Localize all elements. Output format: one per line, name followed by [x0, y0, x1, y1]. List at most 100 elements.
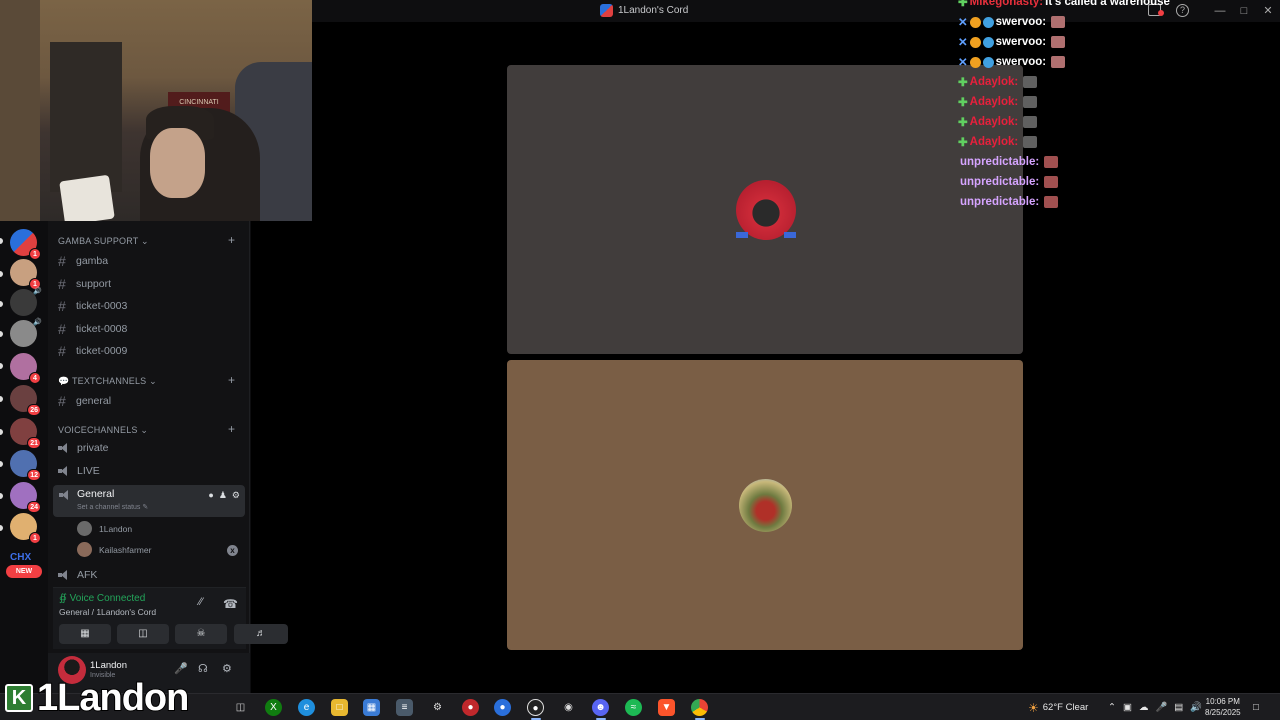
close-button[interactable]: ✕	[1256, 0, 1280, 22]
unread-pip	[0, 238, 3, 244]
channel-ticket-0008[interactable]: # ticket-0008	[58, 321, 127, 337]
channel-ticket-0003[interactable]: # ticket-0003	[58, 298, 127, 314]
channel-general-text[interactable]: # general	[58, 393, 111, 409]
store-icon[interactable]: ▦	[363, 699, 380, 716]
headphones-icon[interactable]: ☊	[198, 662, 208, 675]
streamer-logo: K	[5, 684, 33, 712]
emote-icon	[1023, 76, 1038, 88]
server-icon-3[interactable]: 🔊	[10, 288, 42, 316]
voice-channel-general[interactable]: General Set a channel status ✎ ● ♟ ⚙	[53, 485, 245, 517]
channel-ticket-0009[interactable]: # ticket-0009	[58, 343, 127, 359]
server-icon-8[interactable]: 12	[10, 450, 41, 481]
spotify-icon[interactable]: ≈	[625, 699, 642, 716]
system-clock[interactable]: 10:06 PM 8/25/2025	[1205, 696, 1241, 718]
user-settings-icon[interactable]: ⚙	[222, 662, 232, 675]
app-icon-blue[interactable]: ●	[494, 699, 511, 716]
chat-bubble-icon[interactable]: ●	[208, 490, 213, 501]
hash-icon: #	[58, 343, 66, 359]
server-icon-4[interactable]: 🔊	[10, 319, 42, 347]
new-badge: NEW	[6, 565, 42, 578]
activities-button[interactable]: ☠	[175, 624, 227, 644]
camera-toggle-button[interactable]: ▦	[59, 624, 111, 644]
speaker-icon	[58, 570, 69, 580]
emote-icon	[1023, 136, 1038, 148]
brave-icon[interactable]: ▼	[658, 699, 675, 716]
voice-channel-afk[interactable]: AFK	[58, 569, 97, 581]
server-icon-7[interactable]: 21	[10, 418, 41, 449]
category-voice-channels[interactable]: VOICECHANNELS ⌄	[58, 425, 148, 436]
server-icon	[600, 4, 613, 17]
volume-icon[interactable]: 🔊	[1190, 702, 1202, 713]
discord-icon[interactable]: ☻	[592, 699, 609, 716]
network-icon[interactable]: ▤	[1174, 702, 1183, 713]
set-channel-status[interactable]: Set a channel status ✎	[77, 503, 148, 511]
microphone-icon[interactable]: 🎤	[174, 662, 188, 675]
task-view-icon[interactable]: ◫	[232, 699, 249, 716]
server-chx[interactable]: CHX	[10, 552, 31, 563]
window-title-text: 1Landon's Cord	[618, 5, 689, 16]
chat-message: unpredictable:	[958, 192, 1218, 212]
xbox-app-icon[interactable]: X	[265, 699, 282, 716]
speaker-icon: 🔊	[33, 288, 42, 295]
screen: 1Landon's Cord ? — □ ✕ CINCINNATI 1 1 🔊 …	[0, 0, 1280, 720]
weather-widget[interactable]: ☀ 62°F Clear	[1028, 694, 1088, 720]
server-icon-6[interactable]: 26	[10, 385, 41, 416]
add-channel-button[interactable]: +	[228, 373, 235, 387]
soundboard-button[interactable]: ♬	[234, 624, 288, 644]
speaker-icon: 🔊	[33, 319, 42, 326]
noise-suppression-icon[interactable]: ⁄⁄	[199, 596, 203, 608]
participant-avatar-kailashfarmer	[739, 479, 792, 532]
voice-user-kailashfarmer[interactable]: Kailashfarmer	[77, 542, 151, 557]
voice-connected-status[interactable]: ∯ Voice Connected	[59, 593, 145, 604]
invite-icon[interactable]: ♟	[219, 490, 227, 501]
steam-icon[interactable]: ◉	[560, 699, 577, 716]
voice-user-1landon[interactable]: 1Landon	[77, 521, 132, 536]
maximize-button[interactable]: □	[1232, 0, 1256, 22]
mention-badge: 1	[29, 248, 41, 260]
server-1landons-cord[interactable]: 1	[10, 229, 41, 260]
avatar	[77, 542, 92, 557]
server-icon-10[interactable]: 1	[10, 513, 41, 544]
emote-icon	[1023, 116, 1038, 128]
category-text-channels[interactable]: 💬 TEXTCHANNELS ⌄	[58, 376, 157, 387]
hash-icon: #	[58, 276, 66, 292]
settings-icon[interactable]: ⚙	[232, 490, 240, 501]
chevron-up-icon[interactable]: ⌃	[1108, 702, 1116, 713]
chat-message: ✚ Adaylok:	[958, 72, 1218, 92]
mention-badge: 4	[29, 372, 41, 384]
obs-icon[interactable]: ●	[527, 699, 544, 716]
hash-icon: #	[58, 253, 66, 269]
add-channel-button[interactable]: +	[228, 233, 235, 247]
add-channel-button[interactable]: +	[228, 422, 235, 436]
speaker-icon	[58, 466, 69, 476]
voice-channel-live[interactable]: LIVE	[58, 465, 100, 477]
voice-location: General / 1Landon's Cord	[59, 607, 157, 617]
voice-channel-private[interactable]: private	[58, 442, 109, 454]
tray-app-icon[interactable]: ▣	[1123, 702, 1132, 713]
category-gamba-support[interactable]: GAMBA SUPPORT ⌄	[58, 236, 149, 247]
settings-icon[interactable]: ⚙	[429, 699, 446, 716]
server-icon-9[interactable]: 24	[10, 482, 41, 513]
notifications-icon[interactable]: □	[1253, 694, 1259, 720]
mention-badge: 12	[27, 469, 41, 481]
mention-badge: 26	[27, 404, 41, 416]
chat-message: unpredictable:	[958, 152, 1218, 172]
server-icon-5[interactable]: 4	[10, 353, 41, 384]
microphone-icon[interactable]: 🎤	[1155, 702, 1167, 713]
chat-message: ✚ Adaylok:	[958, 132, 1218, 152]
webcam-overlay: CINCINNATI	[0, 0, 312, 221]
screen-share-button[interactable]: ◫	[117, 624, 169, 644]
xbox-icon: x	[227, 545, 238, 556]
channel-support[interactable]: # support	[58, 276, 111, 292]
disconnect-icon[interactable]: ☎	[223, 597, 238, 611]
chrome-icon[interactable]	[691, 699, 708, 716]
app-icon-red[interactable]: ●	[462, 699, 479, 716]
channel-gamba[interactable]: # gamba	[58, 253, 108, 269]
mention-badge: 1	[29, 532, 41, 544]
file-explorer-icon[interactable]: □	[331, 699, 348, 716]
calculator-icon[interactable]: ≡	[396, 699, 413, 716]
system-tray: ⌃ ▣ ☁ 🎤 ▤ 🔊	[1108, 694, 1202, 720]
edge-icon[interactable]: e	[298, 699, 315, 716]
server-icon-2[interactable]: 1	[10, 259, 41, 290]
onedrive-icon[interactable]: ☁	[1139, 702, 1149, 713]
